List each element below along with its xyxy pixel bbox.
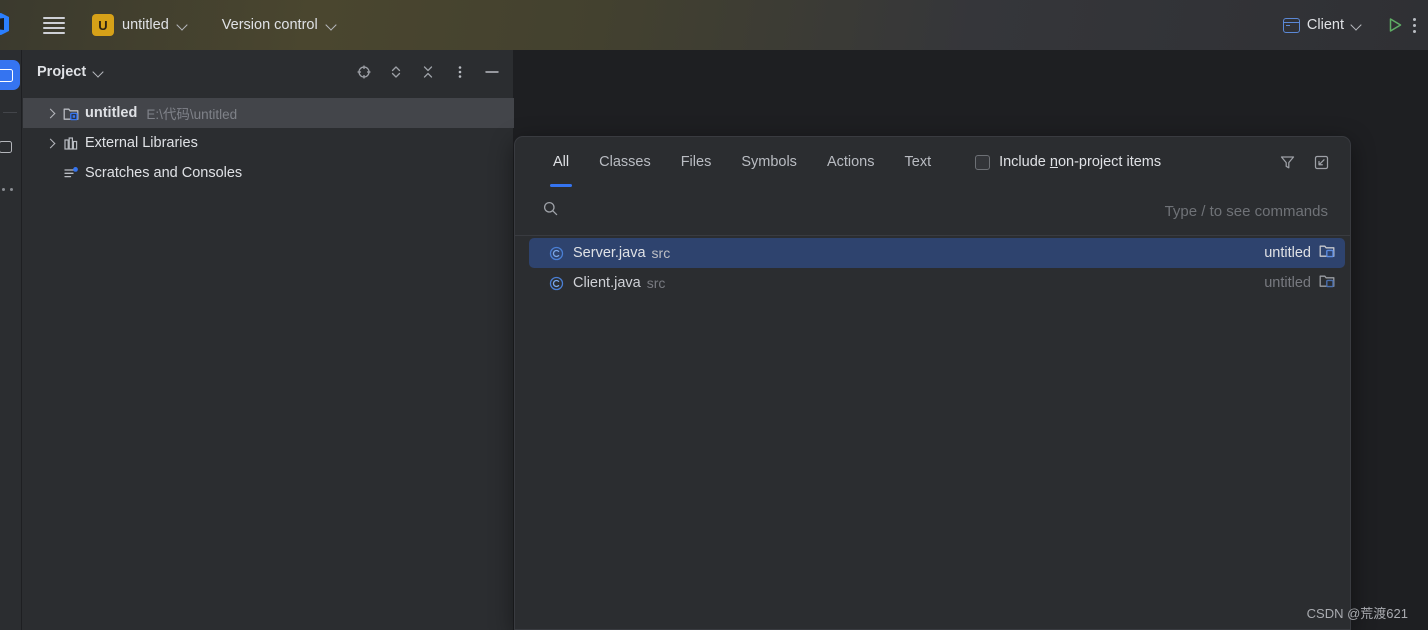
label-mnemonic: n [1049, 154, 1058, 170]
tree-node-external-libraries[interactable]: External Libraries [23, 128, 513, 158]
tree-node-untitled[interactable]: untitled E:\代码\untitled [23, 98, 579, 128]
chevron-down-icon [1351, 20, 1362, 31]
result-name: Client.java [573, 275, 641, 291]
tab-all[interactable]: All [538, 137, 584, 187]
tab-label: Classes [599, 154, 651, 170]
run-config-label: Client [1306, 17, 1344, 33]
tab-label: Text [904, 154, 932, 170]
app-logo-icon [0, 0, 26, 50]
scratches-icon [61, 166, 81, 181]
project-panel-icon [0, 68, 13, 82]
result-name: Server.java [573, 245, 646, 261]
project-panel-header: Project [23, 50, 513, 94]
java-class-icon [547, 276, 566, 291]
search-field-row[interactable]: Type / to see commands [515, 187, 1350, 236]
run-configuration-selector[interactable]: Client [1277, 11, 1368, 39]
search-input[interactable] [573, 202, 1165, 220]
chevron-down-icon [177, 20, 188, 31]
more-actions-button[interactable] [1412, 0, 1424, 50]
collapse-all-button[interactable] [415, 59, 441, 85]
filter-button[interactable] [1274, 149, 1300, 175]
module-folder-icon [1319, 243, 1335, 263]
search-everywhere-tabs: All Classes Files Symbols Actions Text I… [515, 137, 1350, 187]
watermark-text: CSDN @荒渡621 [1306, 606, 1408, 621]
project-widget[interactable]: U untitled [86, 11, 196, 39]
project-tool-window: Project untitled E:\代码\untitled External… [23, 50, 579, 630]
tab-text[interactable]: Text [890, 137, 947, 187]
search-everywhere-popup: All Classes Files Symbols Actions Text I… [514, 136, 1351, 630]
result-module-group: untitled [1264, 243, 1345, 263]
result-module: untitled [1264, 245, 1311, 261]
tab-label: Files [680, 154, 712, 170]
tab-label: Actions [826, 154, 875, 170]
search-icon [542, 200, 559, 222]
chevron-down-icon [326, 20, 337, 31]
project-tree: untitled E:\代码\untitled External Librari… [23, 94, 579, 188]
stripe-divider [3, 112, 17, 113]
tab-symbols[interactable]: Symbols [726, 137, 812, 187]
tree-node-label: External Libraries [85, 135, 198, 151]
ide-window: U untitled Version control Client Projec… [0, 0, 1428, 630]
search-everywhere-tab-actions [1274, 149, 1350, 175]
project-badge: U [92, 14, 114, 36]
result-module: untitled [1264, 275, 1311, 291]
select-opened-file-button[interactable] [351, 59, 377, 85]
open-in-find-window-button[interactable] [1308, 149, 1334, 175]
tab-files[interactable]: Files [666, 137, 727, 187]
project-panel-actions [351, 50, 505, 94]
sidebar-item-more[interactable] [2, 188, 13, 191]
version-control-label: Version control [221, 17, 318, 33]
tab-label: Symbols [741, 154, 797, 170]
chevron-down-icon [93, 67, 104, 78]
module-folder-icon [1319, 273, 1335, 293]
left-tool-stripe [0, 50, 22, 630]
result-location: src [651, 245, 671, 261]
expand-collapse-button[interactable] [383, 59, 409, 85]
run-button[interactable] [1378, 0, 1412, 50]
main-toolbar: U untitled Version control Client [0, 0, 1428, 50]
version-control-widget[interactable]: Version control [214, 11, 345, 39]
commit-panel-icon [0, 141, 12, 153]
include-non-project-items-label: Include non-project items [999, 154, 1161, 170]
tree-node-label: Scratches and Consoles [85, 165, 243, 181]
hide-panel-button[interactable] [479, 59, 505, 85]
libraries-icon [61, 136, 81, 151]
project-panel-title-widget[interactable]: Project [37, 64, 104, 80]
java-class-icon [547, 246, 566, 261]
tab-classes[interactable]: Classes [584, 137, 666, 187]
tab-label: All [553, 154, 570, 170]
checkbox-box[interactable] [975, 154, 991, 170]
tree-node-path: E:\代码\untitled [146, 107, 238, 122]
search-hint: Type / to see commands [1164, 202, 1328, 220]
search-result-item[interactable]: Server.java src untitled [529, 238, 1345, 268]
search-results-list: Server.java src untitled Client.java src… [515, 236, 1350, 298]
tree-node-label: untitled [85, 105, 138, 121]
tree-node-scratches-and-consoles[interactable]: Scratches and Consoles [23, 158, 513, 188]
search-result-item[interactable]: Client.java src untitled [529, 268, 1345, 298]
main-menu-button[interactable] [34, 0, 74, 50]
include-non-project-items-checkbox[interactable]: Include non-project items [975, 154, 1161, 170]
result-location: src [646, 275, 666, 291]
run-config-icon [1282, 17, 1300, 33]
label-part-after: on-project items [1057, 154, 1162, 170]
project-folder-icon [61, 106, 81, 121]
options-menu-button[interactable] [447, 59, 473, 85]
page-title: Project [37, 64, 87, 80]
sidebar-item-commit[interactable] [0, 132, 20, 162]
result-module-group: untitled [1264, 273, 1345, 293]
tab-actions[interactable]: Actions [812, 137, 890, 187]
sidebar-item-project[interactable] [0, 60, 20, 90]
project-name-label: untitled [122, 17, 169, 33]
chevron-right-icon[interactable] [39, 110, 61, 117]
chevron-right-icon[interactable] [39, 140, 61, 147]
label-part-before: Include [999, 154, 1050, 170]
